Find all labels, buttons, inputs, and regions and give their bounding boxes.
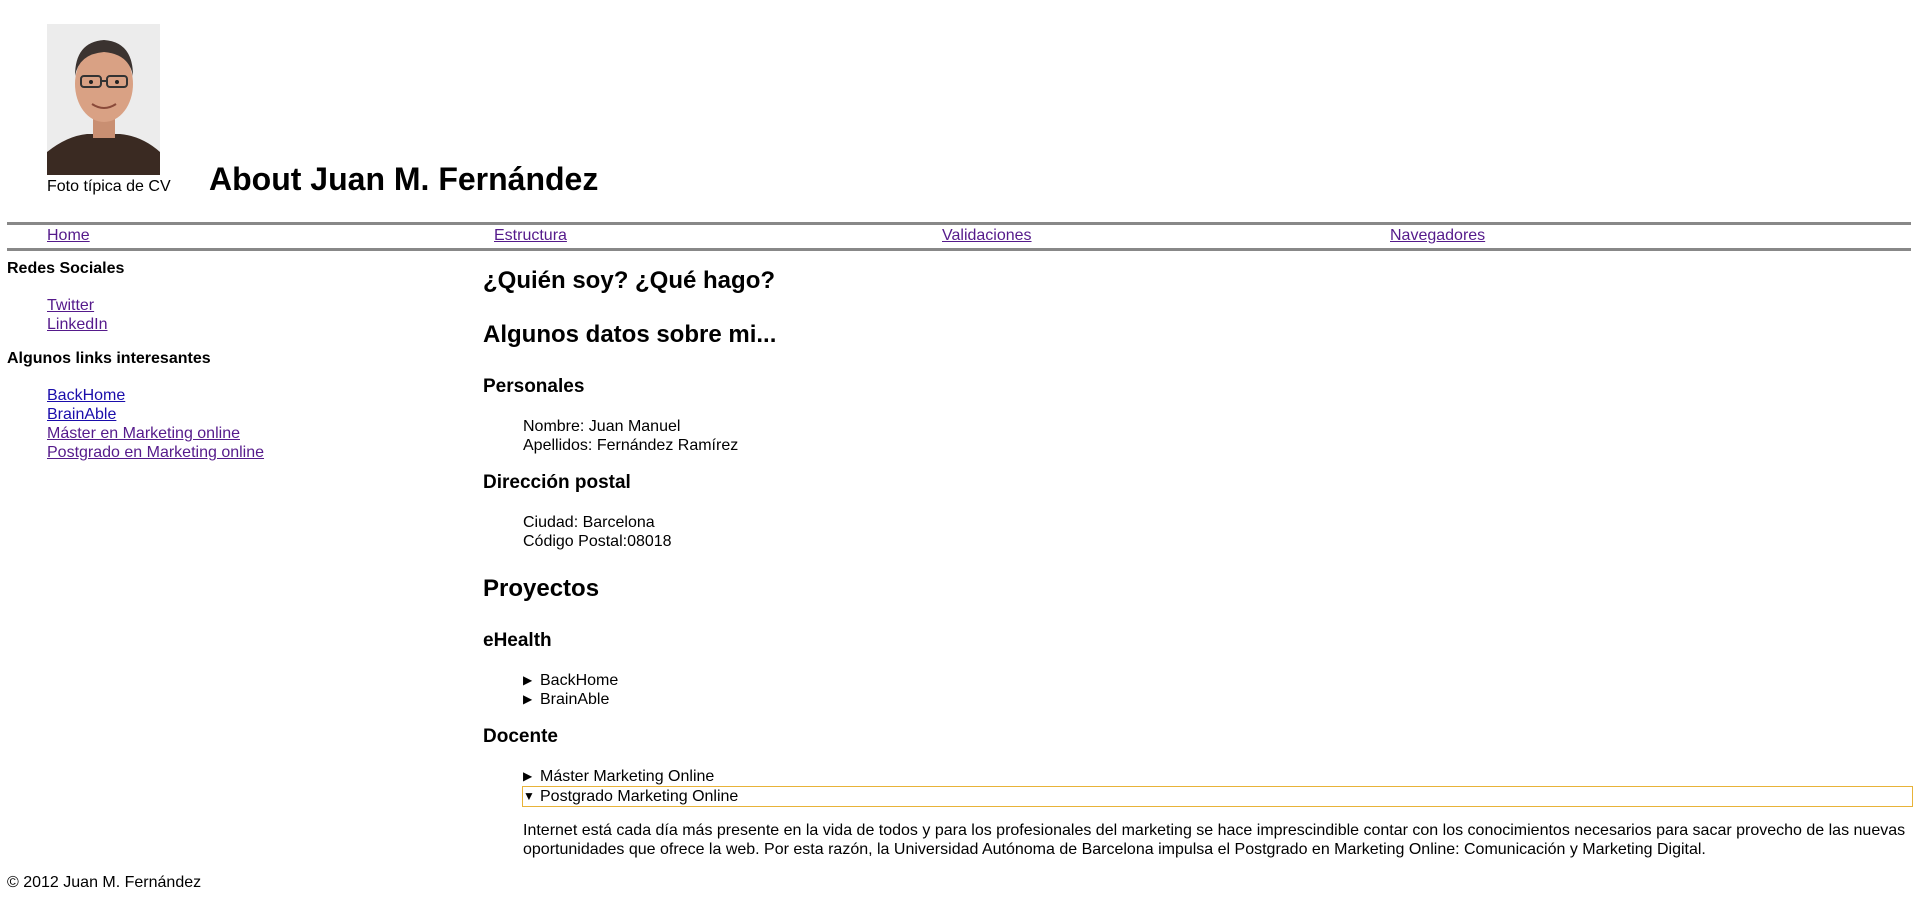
collapse-triangle-icon: ▼: [523, 789, 535, 803]
projects-heading: Proyectos: [483, 575, 600, 602]
interesting-links: BackHome BrainAble Máster en Marketing o…: [47, 386, 264, 462]
links-heading: Algunos links interesantes: [7, 350, 211, 367]
personal-list: Nombre: Juan Manuel Apellidos: Fernández…: [523, 417, 738, 455]
nav-navegadores[interactable]: Navegadores: [1390, 227, 1485, 245]
personal-heading: Personales: [483, 376, 585, 397]
personal-name: Nombre: Juan Manuel: [523, 418, 681, 435]
expand-triangle-icon: ▶: [523, 692, 533, 706]
project-backhome[interactable]: ▶ BackHome: [523, 671, 1913, 690]
address-postcode: Código Postal:08018: [523, 533, 672, 550]
postgrado-marketing-link[interactable]: Postgrado en Marketing online: [47, 444, 264, 461]
nav-estructura[interactable]: Estructura: [494, 227, 567, 245]
data-heading: Algunos datos sobre mi...: [483, 321, 777, 348]
ehealth-list: ▶ BackHome ▶ BrainAble: [523, 671, 1913, 709]
teaching-master[interactable]: ▶ Máster Marketing Online: [523, 767, 1913, 786]
twitter-link[interactable]: Twitter: [47, 297, 94, 314]
footer-copyright: © 2012 Juan M. Fernández: [7, 874, 202, 891]
teaching-postgrado[interactable]: ▼ Postgrado Marketing Online: [522, 786, 1913, 807]
teaching-heading: Docente: [483, 726, 558, 747]
project-brainable[interactable]: ▶ BrainAble: [523, 690, 1913, 709]
page-title: About Juan M. Fernández: [209, 161, 599, 197]
expand-triangle-icon: ▶: [523, 769, 533, 783]
who-heading: ¿Quién soy? ¿Qué hago?: [483, 267, 776, 294]
profile-photo: [47, 24, 160, 175]
teaching-list: ▶ Máster Marketing Online ▼ Postgrado Mark…: [522, 767, 1913, 807]
backhome-link[interactable]: BackHome: [47, 387, 125, 404]
address-city: Ciudad: Barcelona: [523, 514, 655, 531]
postgrado-description: Internet está cada día más presente en l…: [523, 822, 1906, 858]
nav-validaciones[interactable]: Validaciones: [942, 227, 1032, 245]
expand-triangle-icon: ▶: [523, 673, 533, 687]
nav-home[interactable]: Home: [47, 227, 90, 245]
brainable-link[interactable]: BrainAble: [47, 406, 116, 423]
main-nav: Home Estructura Validaciones Navegadores: [7, 222, 1911, 251]
photo-caption: Foto típica de CV: [47, 178, 171, 195]
ehealth-heading: eHealth: [483, 630, 552, 651]
address-heading: Dirección postal: [483, 472, 631, 493]
master-marketing-link[interactable]: Máster en Marketing online: [47, 425, 240, 442]
social-links: Twitter LinkedIn: [47, 296, 108, 334]
linkedin-link[interactable]: LinkedIn: [47, 316, 108, 333]
personal-surname: Apellidos: Fernández Ramírez: [523, 437, 739, 454]
social-heading: Redes Sociales: [7, 260, 125, 277]
address-list: Ciudad: Barcelona Código Postal:08018: [523, 513, 672, 551]
